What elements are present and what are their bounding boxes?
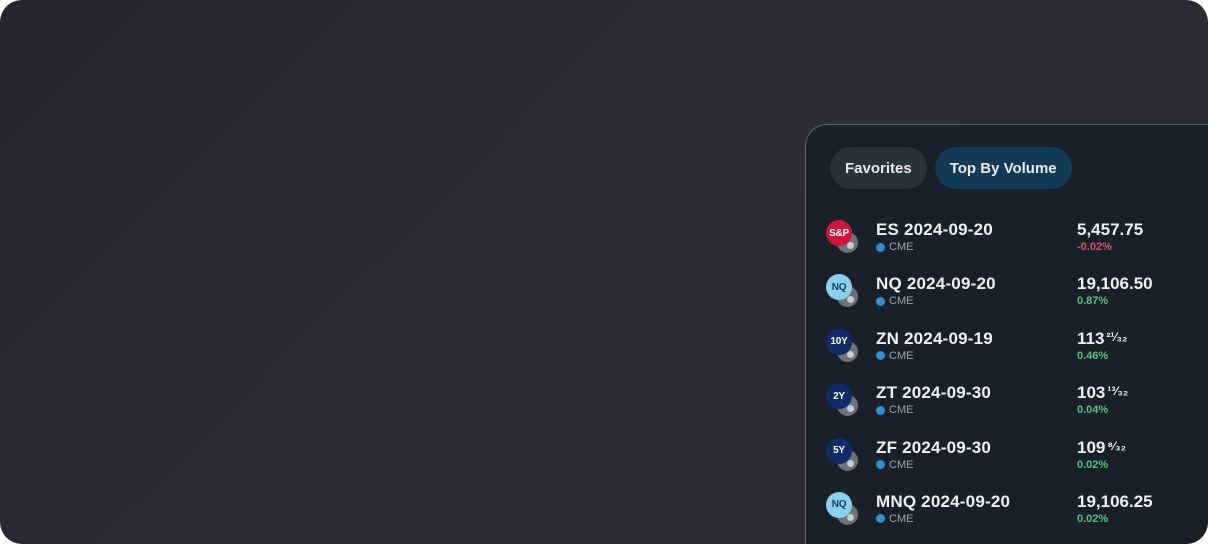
instrument-row[interactable]: NQ NQ 2024-09-20 CME 19,106.50 0.87% (826, 271, 1206, 325)
instrument-symbol-icon: NQ (826, 274, 859, 309)
exchange-name: CME (889, 404, 914, 417)
instrument-symbol-icon: 2Y (826, 383, 859, 418)
exchange-name: CME (889, 458, 914, 471)
exchange-name: CME (889, 295, 914, 308)
instrument-name: ES 2024-09-20 (876, 220, 993, 239)
watchlist-tabs: Favorites Top By Volume (830, 147, 1072, 189)
last-price: 109 ⁸⁄₃₂ (1077, 438, 1126, 458)
2y-icon: 2Y (826, 383, 852, 410)
watchlist-panel: Favorites Top By Volume S&P ES 2024-09-2… (805, 124, 1208, 544)
instrument-name: MNQ 2024-09-20 (876, 491, 1011, 511)
last-price: 103 ¹³⁄₃₂ (1077, 383, 1128, 403)
instrument-symbol-icon: 5Y (826, 437, 859, 472)
price-fraction: ²¹⁄₃₂ (1106, 329, 1128, 344)
exchange-label: CME (876, 513, 913, 525)
instrument-symbol-icon: S&P (826, 220, 859, 254)
instrument-name: ZN 2024-09-19 (876, 328, 993, 348)
exchange-dot-icon (876, 514, 885, 524)
10y-icon: 10Y (826, 328, 852, 355)
price-whole: 5,457.75 (1077, 220, 1144, 239)
exchange-dot-icon (876, 405, 885, 415)
exchange-name: CME (889, 512, 914, 525)
price-change: 0.46% (1077, 349, 1109, 362)
exchange-dot-icon (876, 351, 885, 361)
price-fraction: ⁸⁄₃₂ (1107, 438, 1126, 453)
instrument-name: ZT 2024-09-30 (876, 383, 992, 403)
tab-top-by-volume[interactable]: Top By Volume (934, 147, 1072, 189)
exchange-dot-icon (876, 460, 885, 470)
last-price: 113 ²¹⁄₃₂ (1077, 329, 1127, 349)
price-change: 0.04% (1077, 404, 1109, 417)
price-whole: 19,106.25 (1077, 491, 1153, 511)
exchange-name: CME (889, 241, 914, 253)
price-whole: 103 (1077, 383, 1106, 403)
exchange-label: CME (876, 404, 913, 416)
price-change: 0.87% (1077, 295, 1109, 308)
last-price: 19,106.25 (1077, 492, 1155, 512)
exchange-label: CME (876, 241, 913, 253)
app-frame: Favorites Top By Volume S&P ES 2024-09-2… (0, 0, 1208, 544)
instrument-symbol-icon: 10Y (826, 328, 859, 363)
instrument-name: NQ 2024-09-20 (876, 274, 996, 294)
price-fraction: ¹³⁄₃₂ (1107, 384, 1129, 399)
exchange-dot-icon (876, 296, 885, 306)
nq-icon: NQ (826, 491, 852, 518)
exchange-name: CME (889, 349, 914, 362)
price-change: -0.02% (1077, 241, 1112, 253)
exchange-label: CME (876, 459, 913, 471)
5y-icon: 5Y (826, 437, 852, 464)
price-change: 0.02% (1077, 512, 1109, 525)
instrument-row[interactable]: S&P ES 2024-09-20 CME 5,457.75 -0.02% (826, 217, 1206, 271)
exchange-label: CME (876, 350, 913, 362)
exchange-label: CME (876, 295, 913, 307)
sp-icon: S&P (826, 220, 852, 246)
instrument-symbol-icon: NQ (826, 491, 859, 526)
instrument-row[interactable]: 10Y ZN 2024-09-19 CME 113 ²¹⁄₃₂ 0.46% (826, 326, 1206, 380)
price-whole: 113 (1077, 328, 1105, 348)
tab-favorites[interactable]: Favorites (830, 147, 927, 189)
last-price: 19,106.50 (1077, 274, 1155, 294)
instrument-row[interactable]: 2Y ZT 2024-09-30 CME 103 ¹³⁄₃₂ 0.04% (826, 380, 1206, 434)
price-whole: 109 (1077, 437, 1106, 457)
instrument-row[interactable]: 5Y ZF 2024-09-30 CME 109 ⁸⁄₃₂ 0.02% (826, 435, 1206, 489)
price-change: 0.02% (1077, 458, 1109, 471)
instrument-name: ZF 2024-09-30 (876, 437, 992, 457)
last-price: 5,457.75 (1077, 220, 1145, 240)
price-whole: 19,106.50 (1077, 274, 1153, 294)
instrument-list: S&P ES 2024-09-20 CME 5,457.75 -0.02% NQ… (826, 217, 1206, 543)
instrument-row[interactable]: NQ MNQ 2024-09-20 CME 19,106.25 0.02% (826, 489, 1206, 543)
exchange-dot-icon (876, 242, 885, 252)
